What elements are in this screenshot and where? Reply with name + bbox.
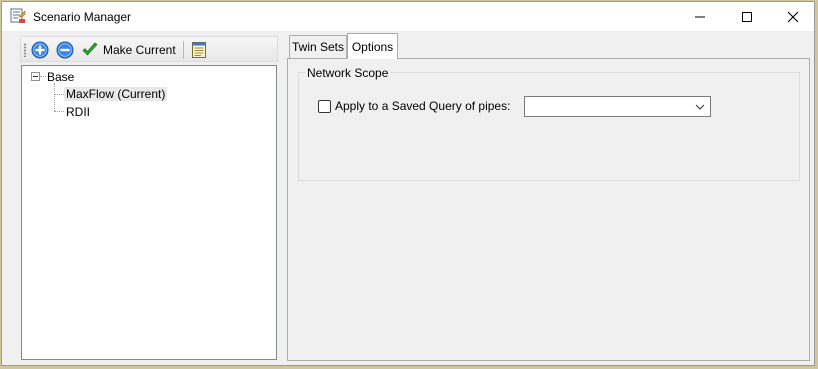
properties-button[interactable] xyxy=(190,41,208,59)
tree-item-maxflow[interactable]: MaxFlow (Current) xyxy=(64,87,168,101)
tree-item-rdii[interactable]: RDII xyxy=(66,105,90,119)
make-current-button[interactable] xyxy=(81,41,99,59)
tab-twin-sets[interactable]: Twin Sets xyxy=(289,35,347,58)
scenario-panel: Make Current Base MaxFlow (Current) RDII xyxy=(20,36,278,360)
group-title: Network Scope xyxy=(305,66,391,80)
maximize-button[interactable] xyxy=(724,2,770,31)
network-scope-group: Network Scope Apply to a Saved Query of … xyxy=(298,66,800,181)
minimize-button[interactable] xyxy=(677,2,723,31)
tree-connector xyxy=(40,76,46,77)
collapse-toggle-icon[interactable] xyxy=(31,72,40,81)
checkmark-icon xyxy=(82,42,98,56)
close-icon xyxy=(787,11,799,22)
tab-label: Twin Sets xyxy=(291,40,345,54)
tab-options[interactable]: Options xyxy=(347,33,398,59)
app-icon xyxy=(10,8,26,24)
scenario-tree[interactable]: Base MaxFlow (Current) RDII xyxy=(21,65,277,360)
remove-scenario-button[interactable] xyxy=(56,41,74,59)
add-scenario-button[interactable] xyxy=(31,41,49,59)
tree-connector xyxy=(54,83,55,111)
close-button[interactable] xyxy=(770,2,816,31)
saved-query-checkbox-label[interactable]: Apply to a Saved Query of pipes: xyxy=(335,99,510,113)
toolbar-separator xyxy=(183,41,184,59)
tree-connector xyxy=(54,111,64,112)
minimize-icon xyxy=(695,16,705,17)
tree-connector xyxy=(54,94,64,95)
minus-circle-icon xyxy=(56,41,74,59)
title-bar[interactable]: Scenario Manager xyxy=(2,2,814,31)
plus-circle-icon xyxy=(31,41,49,59)
saved-query-checkbox[interactable] xyxy=(318,100,331,113)
saved-query-dropdown[interactable] xyxy=(524,96,711,117)
tree-item-base[interactable]: Base xyxy=(47,70,74,84)
maximize-icon xyxy=(742,11,752,22)
window-title: Scenario Manager xyxy=(33,10,132,24)
toolbar-grip[interactable] xyxy=(24,43,26,57)
tab-label: Options xyxy=(351,39,394,54)
notepad-icon xyxy=(192,42,206,58)
scenario-manager-window: Scenario Manager Make Current Base MaxFl… xyxy=(1,1,815,366)
chevron-down-icon xyxy=(695,104,705,110)
scenario-details-panel: Twin Sets Options Network Scope Apply to… xyxy=(287,33,810,361)
scenario-toolbar: Make Current xyxy=(20,36,278,62)
options-tab-content: Network Scope Apply to a Saved Query of … xyxy=(287,58,810,361)
make-current-label[interactable]: Make Current xyxy=(103,43,176,57)
